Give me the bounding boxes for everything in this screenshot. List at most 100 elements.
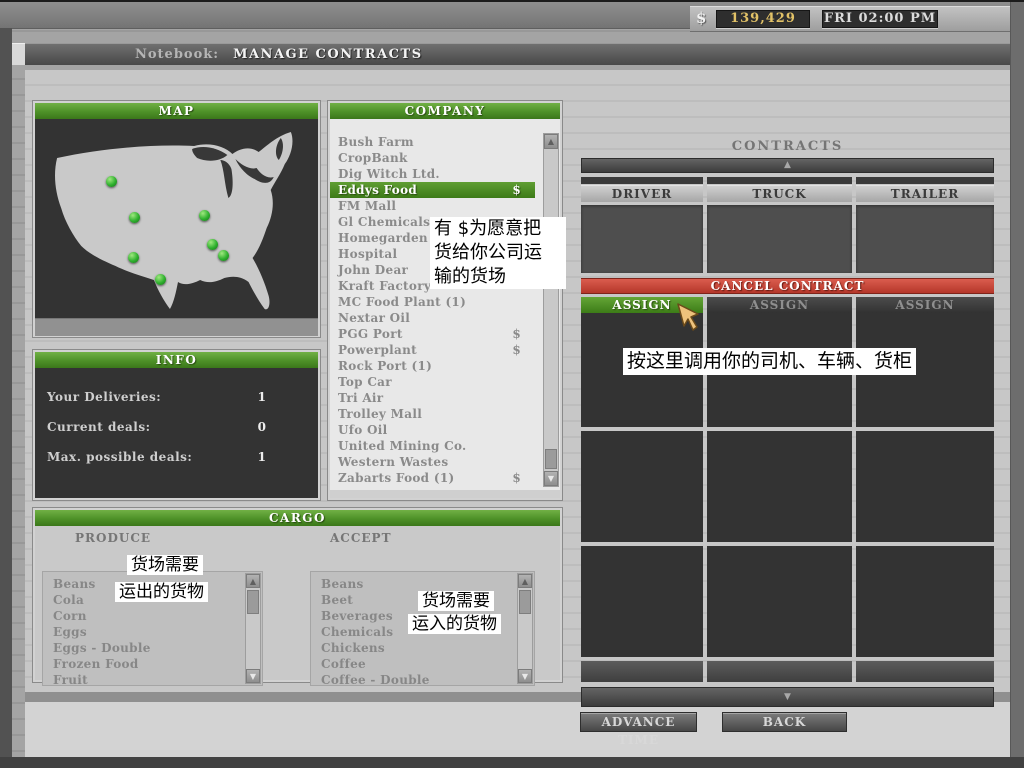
company-item-name: Powerplant (338, 343, 417, 357)
scroll-down-button[interactable]: ▼ (246, 669, 260, 683)
info-row-value: 0 (258, 412, 266, 442)
company-item-name: CropBank (338, 151, 408, 165)
map-location-dot[interactable] (199, 210, 210, 221)
accept-item[interactable]: Coffee - Double (311, 672, 534, 688)
company-item-name: Tri Air (338, 391, 383, 405)
accept-scrollbar[interactable]: ▲ ▼ (517, 573, 533, 684)
company-item-name: MC Food Plant (1) (338, 295, 466, 309)
column-header-trailer: TRAILER (856, 185, 994, 202)
scroll-down-button[interactable]: ▼ (518, 669, 532, 683)
company-item[interactable]: Powerplant$ (330, 342, 535, 358)
contract-grid-cell (856, 431, 994, 542)
company-item[interactable]: Eddys Food $ (330, 182, 535, 198)
produce-item[interactable]: Fruit (43, 672, 262, 688)
company-item[interactable]: Top Car (330, 374, 535, 390)
scrollbar-thumb[interactable] (247, 590, 259, 614)
column-bottom-strip (707, 661, 852, 682)
status-bezel: $ 139,429 FRI 02:00 PM (690, 6, 1010, 32)
company-item-name: Nextar Oil (338, 311, 410, 325)
page-title: MANAGE CONTRACTS (233, 47, 423, 62)
contract-slot-trailer (856, 205, 994, 273)
column-bottom-strip (581, 661, 703, 682)
company-item[interactable]: Rock Port (1) (330, 358, 535, 374)
us-map (35, 119, 318, 318)
company-scrollbar[interactable]: ▲ ▼ (543, 133, 559, 487)
tooltip-line: 货给你公司运 (434, 241, 562, 265)
company-item-name: Bush Farm (338, 135, 414, 149)
map-location-dot[interactable] (207, 239, 218, 250)
column-top-strip (856, 177, 994, 184)
company-panel-title: COMPANY (330, 103, 560, 119)
company-item[interactable]: Tri Air (330, 390, 535, 406)
info-row-value: 1 (258, 382, 266, 412)
company-panel: COMPANY Bush FarmCropBankDig Witch Ltd.E… (330, 103, 560, 498)
company-item-name: Zabarts Food (1) (338, 471, 454, 485)
company-item[interactable]: Western Wastes (330, 454, 535, 470)
back-button[interactable]: BACK (722, 712, 847, 732)
scroll-up-button[interactable]: ▲ (544, 134, 558, 149)
tutorial-tooltip-produce-2: 运出的货物 (115, 582, 208, 602)
company-item[interactable]: Dig Witch Ltd. (330, 166, 535, 182)
company-list: Bush FarmCropBankDig Witch Ltd.Eddys Foo… (330, 119, 560, 490)
contract-grid-cell (856, 546, 994, 657)
company-item[interactable]: MC Food Plant (1) (330, 294, 535, 310)
notebook-header: Notebook:MANAGE CONTRACTS (25, 43, 1010, 65)
tutorial-tooltip-produce-1: 货场需要 (127, 555, 203, 575)
company-item-name: Dig Witch Ltd. (338, 167, 440, 181)
scrollbar-thumb[interactable] (545, 449, 557, 469)
accept-item[interactable]: Chickens (311, 640, 534, 656)
company-item[interactable]: Zabarts Food (1)$ (330, 470, 535, 486)
company-item-name: Eddys Food (338, 183, 417, 197)
advance-time-button[interactable]: ADVANCE TIME (580, 712, 697, 732)
company-item[interactable]: Bush Farm (330, 134, 535, 150)
info-row-label: Your Deliveries: (47, 382, 318, 412)
info-row: Your Deliveries:1 (35, 382, 318, 412)
accept-item[interactable]: Beans (311, 576, 534, 592)
company-item[interactable]: PGG Port$ (330, 326, 535, 342)
produce-scrollbar[interactable]: ▲ ▼ (245, 573, 261, 684)
produce-item[interactable]: Eggs (43, 624, 262, 640)
contracts-widget: ▲ CANCEL CONTRACT ▼ DRIVERASSIGNTRUCKASS… (581, 158, 994, 707)
company-item[interactable]: Ufo Oil (330, 422, 535, 438)
notebook-bar-cap (12, 43, 25, 65)
company-item-name: Homegarden (338, 231, 428, 245)
dollar-icon: $ (696, 9, 706, 27)
assign-button-trailer[interactable]: ASSIGN (856, 297, 994, 313)
map-location-dot[interactable] (218, 250, 229, 261)
assign-button-truck[interactable]: ASSIGN (707, 297, 852, 313)
dollar-badge: $ (512, 182, 521, 198)
produce-item[interactable]: Frozen Food (43, 656, 262, 672)
scroll-down-button[interactable]: ▼ (544, 471, 558, 486)
scroll-up-button[interactable]: ▲ (246, 574, 260, 588)
right-frame-edge (1010, 2, 1024, 768)
map-location-dot[interactable] (155, 274, 166, 285)
cargo-panel-title: CARGO (35, 510, 560, 526)
info-rows: Your Deliveries:1Current deals:0Max. pos… (35, 368, 318, 498)
left-frame-edge (0, 28, 12, 758)
map-location-dot[interactable] (129, 212, 140, 223)
scroll-up-button[interactable]: ▲ (518, 574, 532, 588)
company-item[interactable]: Trolley Mall (330, 406, 535, 422)
map-location-dot[interactable] (128, 252, 139, 263)
cancel-contract-button[interactable]: CANCEL CONTRACT (581, 278, 994, 294)
company-item[interactable]: United Mining Co. (330, 438, 535, 454)
map-location-dot[interactable] (106, 176, 117, 187)
produce-item[interactable]: Eggs - Double (43, 640, 262, 656)
produce-item[interactable]: Corn (43, 608, 262, 624)
contracts-scroll-up[interactable]: ▲ (581, 158, 994, 173)
contract-slot-driver (581, 205, 703, 273)
contract-grid-cell (581, 431, 703, 542)
contracts-scroll-down[interactable]: ▼ (581, 687, 994, 707)
company-item[interactable]: Nextar Oil (330, 310, 535, 326)
company-item[interactable]: CropBank (330, 150, 535, 166)
company-item-name: FM Mall (338, 199, 396, 213)
scrollbar-thumb[interactable] (519, 590, 531, 614)
accept-item[interactable]: Coffee (311, 656, 534, 672)
company-item[interactable]: FM Mall (330, 198, 535, 214)
map-panel: MAP (35, 103, 318, 335)
company-item-name: Trolley Mall (338, 407, 422, 421)
dollar-badge: $ (512, 326, 521, 342)
map-panel-title: MAP (35, 103, 318, 119)
map-panel-footer (35, 318, 318, 336)
column-top-strip (581, 177, 703, 184)
